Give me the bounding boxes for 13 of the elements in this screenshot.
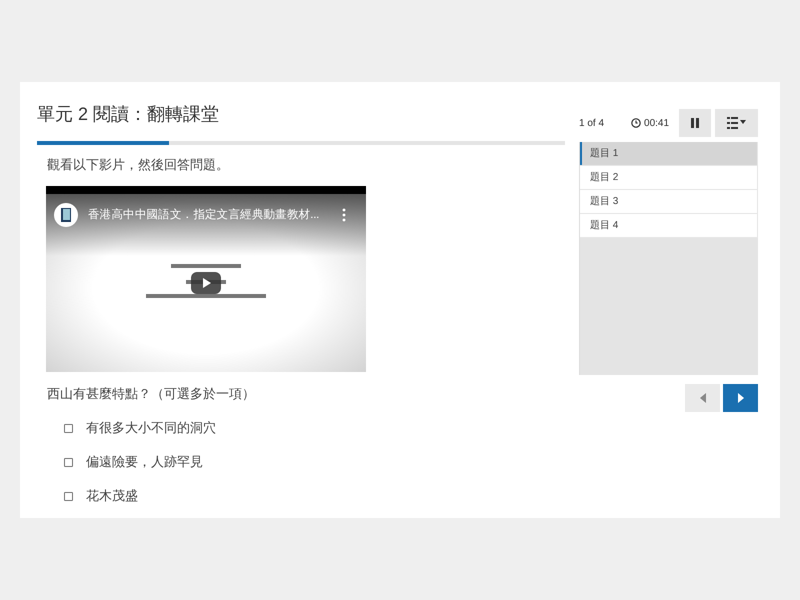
option-label[interactable]: 有很多大小不同的洞穴 xyxy=(86,418,216,438)
video-title[interactable]: 香港高中中國語文．指定文言經典動畫教材... xyxy=(88,207,319,222)
option-label[interactable]: 偏遠險要，人跡罕見 xyxy=(86,452,203,472)
timer-text: 00:41 xyxy=(644,118,670,128)
question-list-item[interactable]: 題目 4 xyxy=(580,214,758,238)
question-text: 西山有甚麼特點？（可選多於一項） xyxy=(47,385,256,403)
question-list-item[interactable]: 題目 2 xyxy=(580,166,758,190)
question-list-item[interactable]: 題目 1 xyxy=(580,142,758,166)
page-title: 單元 2 閱讀：翻轉課堂 xyxy=(37,103,220,122)
question-counter: 1 of 4 xyxy=(579,118,604,128)
instruction-text: 觀看以下影片，然後回答問題。 xyxy=(47,156,230,174)
option-label[interactable]: 花木茂盛 xyxy=(86,486,138,506)
question-list-item[interactable]: 題目 3 xyxy=(580,190,758,214)
